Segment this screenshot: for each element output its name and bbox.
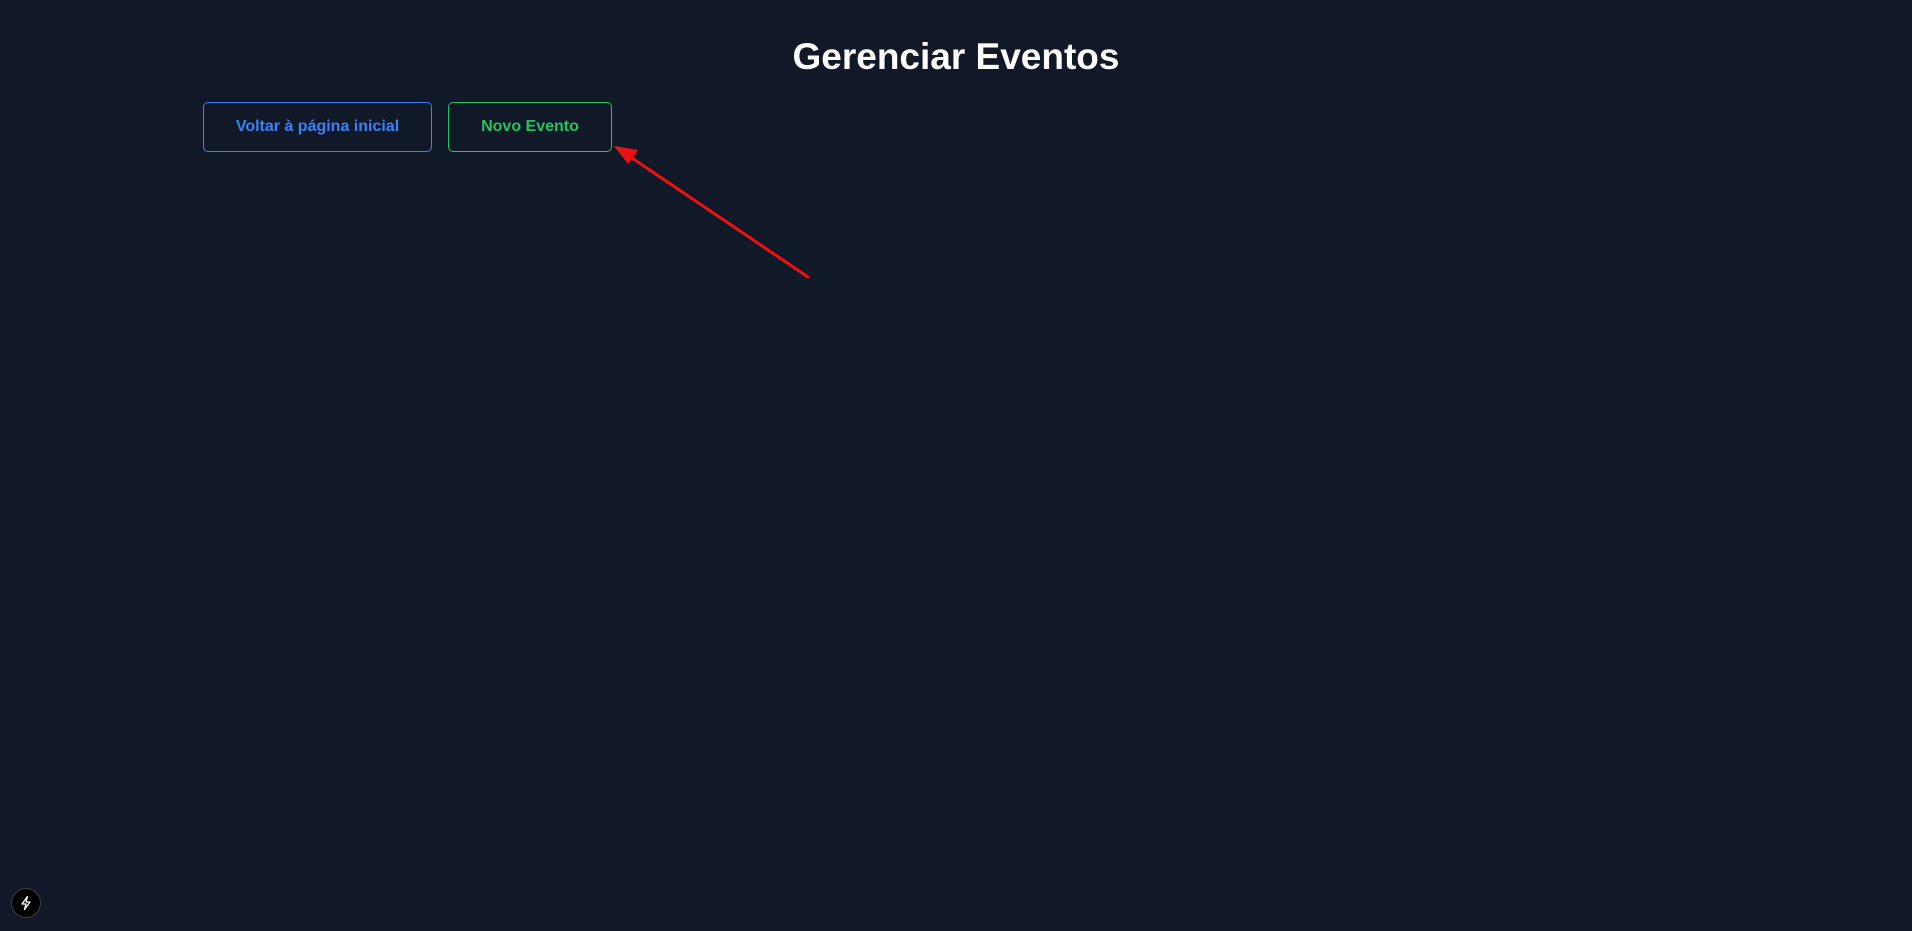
dev-tools-badge[interactable] bbox=[11, 888, 41, 918]
action-bar: Voltar à página inicial Novo Evento bbox=[203, 102, 612, 152]
annotation-arrow-line bbox=[624, 152, 810, 279]
lightning-bolt-icon bbox=[21, 895, 31, 911]
page-title: Gerenciar Eventos bbox=[792, 36, 1120, 77]
new-event-button[interactable]: Novo Evento bbox=[448, 102, 612, 152]
annotation-arrow-head bbox=[614, 146, 638, 164]
page: Gerenciar Eventos Voltar à página inicia… bbox=[0, 0, 1912, 931]
back-to-home-button[interactable]: Voltar à página inicial bbox=[203, 102, 432, 152]
